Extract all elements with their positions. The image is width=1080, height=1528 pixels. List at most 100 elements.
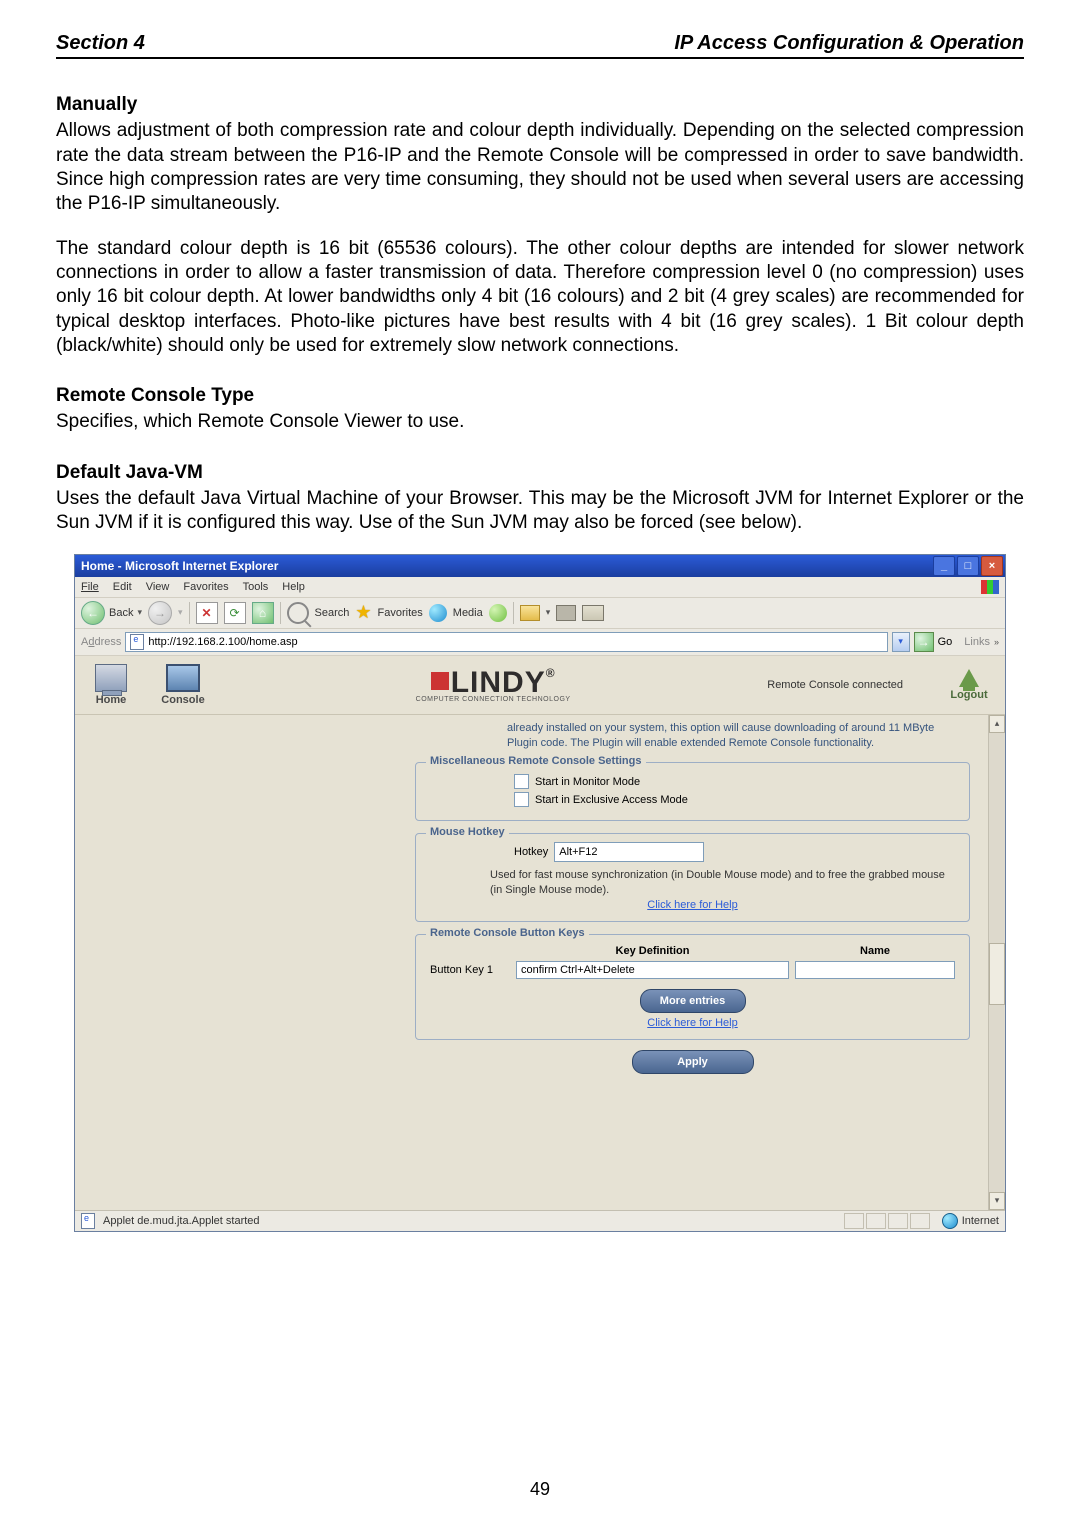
- fieldset-button-keys: Remote Console Button Keys Key Definitio…: [415, 934, 970, 1040]
- status-page-icon: [81, 1213, 95, 1229]
- keys-help-link[interactable]: Click here for Help: [430, 1017, 955, 1029]
- checkbox-exclusive-access[interactable]: [514, 792, 529, 807]
- folder-icon[interactable]: [520, 605, 540, 621]
- history-icon[interactable]: [489, 604, 507, 622]
- vertical-scrollbar[interactable]: ▴ ▾: [988, 715, 1005, 1210]
- nav-console[interactable]: Console: [147, 664, 219, 706]
- windows-flag-icon: [981, 580, 999, 594]
- key-definition-input[interactable]: confirm Ctrl+Alt+Delete: [516, 961, 789, 979]
- legend-misc: Miscellaneous Remote Console Settings: [426, 755, 646, 767]
- content-area: already installed on your system, this o…: [75, 715, 1005, 1210]
- go-icon: →: [914, 632, 934, 652]
- section-left: Section 4: [56, 32, 145, 55]
- minimize-button[interactable]: _: [933, 556, 955, 576]
- forward-button[interactable]: →: [148, 601, 172, 625]
- window-titlebar: Home - Microsoft Internet Explorer _ □ ×: [75, 555, 1005, 577]
- back-button[interactable]: ← Back ▾: [81, 601, 142, 625]
- address-input[interactable]: http://192.168.2.100/home.asp: [125, 632, 887, 652]
- back-icon: ←: [81, 601, 105, 625]
- hotkey-input[interactable]: Alt+F12: [554, 842, 704, 862]
- nav-home[interactable]: Home: [75, 664, 147, 706]
- heading-default-java-vm: Default Java-VM: [56, 461, 1024, 485]
- scroll-up-icon[interactable]: ▴: [989, 715, 1005, 733]
- links-chevron-icon[interactable]: »: [994, 637, 999, 647]
- menu-favorites[interactable]: Favorites: [183, 581, 228, 593]
- apply-button[interactable]: Apply: [632, 1050, 754, 1074]
- sidebar-area: [75, 715, 407, 1210]
- address-dropdown[interactable]: ▾: [892, 632, 910, 652]
- status-text: Applet de.mud.jta.Applet started: [103, 1215, 260, 1227]
- status-bar: Applet de.mud.jta.Applet started Interne…: [75, 1210, 1005, 1231]
- hotkey-hint: Used for fast mouse synchronization (in …: [490, 868, 955, 897]
- brand-tagline: COMPUTER CONNECTION TECHNOLOGY: [219, 696, 767, 703]
- printer-icon[interactable]: [556, 605, 576, 621]
- menu-tools[interactable]: Tools: [243, 581, 269, 593]
- go-label: Go: [938, 636, 953, 648]
- search-button[interactable]: Search: [315, 607, 350, 619]
- menu-bar: File Edit View Favorites Tools Help: [75, 577, 1005, 598]
- main-pane: already installed on your system, this o…: [407, 715, 988, 1210]
- menu-view[interactable]: View: [146, 581, 170, 593]
- legend-mouse: Mouse Hotkey: [426, 826, 509, 838]
- address-label: Address: [81, 636, 121, 648]
- menu-help[interactable]: Help: [282, 581, 305, 593]
- page-icon: [130, 634, 144, 650]
- scroll-down-icon[interactable]: ▾: [989, 1192, 1005, 1210]
- favorites-button[interactable]: Favorites: [378, 607, 423, 619]
- close-button[interactable]: ×: [981, 556, 1003, 576]
- key-name-input[interactable]: [795, 961, 955, 979]
- plugin-note: already installed on your system, this o…: [415, 721, 970, 751]
- heading-remote-console-type: Remote Console Type: [56, 384, 1024, 408]
- status-cell: [844, 1213, 864, 1229]
- status-cell: [888, 1213, 908, 1229]
- nav-console-label: Console: [161, 694, 204, 706]
- address-bar: Address http://192.168.2.100/home.asp ▾ …: [75, 629, 1005, 656]
- label-exclusive-access: Start in Exclusive Access Mode: [535, 794, 688, 806]
- para-manually-1: Allows adjustment of both compression ra…: [56, 119, 1024, 216]
- section-right: IP Access Configuration & Operation: [674, 32, 1024, 55]
- media-button[interactable]: Media: [453, 607, 483, 619]
- checkbox-monitor-mode[interactable]: [514, 774, 529, 789]
- home-button[interactable]: ⌂: [252, 602, 274, 624]
- zone-label: Internet: [962, 1215, 999, 1227]
- fieldset-mouse-hotkey: Mouse Hotkey Hotkey Alt+F12 Used for fas…: [415, 833, 970, 922]
- mail-icon[interactable]: [582, 605, 604, 621]
- maximize-button[interactable]: □: [957, 556, 979, 576]
- toolbar: ← Back ▾ → ▾ ✕ ⟳ ⌂ Search ★ Favorites Me…: [75, 598, 1005, 629]
- heading-manually: Manually: [56, 93, 1024, 117]
- status-cell: [910, 1213, 930, 1229]
- body-text: Manually Allows adjustment of both compr…: [56, 93, 1024, 536]
- links-label[interactable]: Links: [964, 636, 990, 648]
- hotkey-help-link[interactable]: Click here for Help: [430, 899, 955, 911]
- label-monitor-mode: Start in Monitor Mode: [535, 776, 640, 788]
- menu-edit[interactable]: Edit: [113, 581, 132, 593]
- stop-button[interactable]: ✕: [196, 602, 218, 624]
- page-number: 49: [0, 1479, 1080, 1500]
- hotkey-value: Alt+F12: [559, 846, 597, 858]
- address-url-text: http://192.168.2.100/home.asp: [148, 636, 297, 648]
- refresh-button[interactable]: ⟳: [224, 602, 246, 624]
- logout-icon: [959, 669, 979, 687]
- screenshot-browser-window: Home - Microsoft Internet Explorer _ □ ×…: [74, 554, 1006, 1232]
- globe-icon: [942, 1213, 958, 1229]
- menu-file[interactable]: File: [81, 581, 99, 593]
- zone-indicator: Internet: [942, 1213, 999, 1229]
- legend-keys: Remote Console Button Keys: [426, 927, 589, 939]
- logout-link[interactable]: Logout: [933, 669, 1005, 701]
- row-label: Button Key 1: [430, 964, 510, 976]
- scroll-thumb[interactable]: [989, 943, 1005, 1005]
- status-cell: [866, 1213, 886, 1229]
- back-label: Back: [109, 607, 133, 619]
- para-manually-2: The standard colour depth is 16 bit (655…: [56, 237, 1024, 359]
- console-icon: [166, 664, 200, 692]
- col-name: Name: [795, 945, 955, 957]
- more-entries-button[interactable]: More entries: [640, 989, 746, 1013]
- para-remote-console-type: Specifies, which Remote Console Viewer t…: [56, 410, 1024, 434]
- go-button[interactable]: → Go: [914, 632, 953, 652]
- favorites-icon: ★: [355, 602, 371, 623]
- key-definition-value: confirm Ctrl+Alt+Delete: [521, 964, 635, 976]
- para-default-java-vm: Uses the default Java Virtual Machine of…: [56, 487, 1024, 536]
- search-icon: [287, 602, 309, 624]
- running-head: Section 4 IP Access Configuration & Oper…: [56, 32, 1024, 59]
- fieldset-misc-settings: Miscellaneous Remote Console Settings St…: [415, 762, 970, 821]
